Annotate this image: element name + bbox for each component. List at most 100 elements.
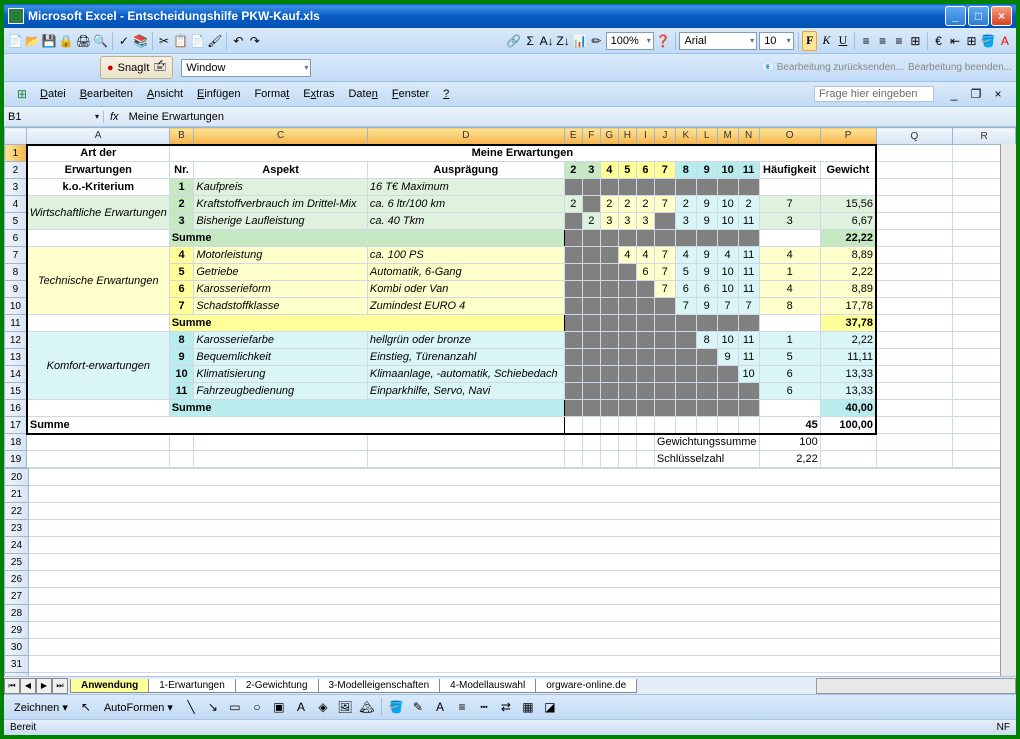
fontcolor2-icon[interactable]: A	[430, 697, 450, 717]
drawing-icon[interactable]: ✏	[589, 31, 603, 51]
name-box[interactable]: B1▾	[4, 111, 104, 123]
col-O[interactable]: O	[759, 128, 820, 145]
sheet-tab[interactable]: orgware-online.de	[535, 679, 637, 693]
preview-icon[interactable]: 🔍	[93, 31, 108, 51]
3d-icon[interactable]: ◪	[540, 697, 560, 717]
tab-last-icon[interactable]: ⏭	[52, 678, 68, 694]
redo-icon[interactable]: ↷	[248, 31, 262, 51]
review-end-label[interactable]: Bearbeitung beenden...	[908, 62, 1012, 73]
col-F[interactable]: F	[582, 128, 600, 145]
arrow-icon[interactable]: ↘	[203, 697, 223, 717]
diagram-icon[interactable]: ◈	[313, 697, 333, 717]
menu-daten[interactable]: Daten	[342, 86, 383, 102]
sheet-tab[interactable]: Anwendung	[70, 679, 149, 693]
col-P[interactable]: P	[820, 128, 876, 145]
hyperlink-icon[interactable]: 🔗	[506, 31, 521, 51]
excel-icon[interactable]: ⊞	[12, 84, 32, 104]
doc-minimize-button[interactable]: _	[944, 84, 964, 104]
align-center-icon[interactable]: ≡	[875, 31, 889, 51]
sheet-tab[interactable]: 3-Modelleigenschaften	[318, 679, 441, 693]
clipart-icon[interactable]: 🖼	[335, 697, 355, 717]
col-R[interactable]: R	[953, 128, 1016, 145]
review-send-label[interactable]: 📧 Bearbeitung zurücksenden...	[761, 62, 904, 73]
textbox-icon[interactable]: ▣	[269, 697, 289, 717]
undo-icon[interactable]: ↶	[231, 31, 245, 51]
vertical-scrollbar[interactable]	[1000, 144, 1016, 676]
spellcheck-icon[interactable]: ✓	[117, 31, 131, 51]
italic-button[interactable]: K	[819, 31, 833, 51]
merge-icon[interactable]: ⊞	[908, 31, 922, 51]
sheet-tab[interactable]: 2-Gewichtung	[235, 679, 319, 693]
sort-asc-icon[interactable]: A↓	[539, 31, 553, 51]
menu-datei[interactable]: Datei	[34, 86, 72, 102]
doc-close-button[interactable]: ×	[988, 84, 1008, 104]
col-L[interactable]: L	[696, 128, 717, 145]
sheet-tab[interactable]: 1-Erwartungen	[148, 679, 236, 693]
draw-menu[interactable]: Zeichnen ▾	[8, 699, 74, 716]
col-K[interactable]: K	[675, 128, 696, 145]
menu-format[interactable]: Format	[248, 86, 295, 102]
help-input[interactable]: Frage hier eingeben	[814, 86, 934, 102]
col-I[interactable]: I	[636, 128, 654, 145]
permission-icon[interactable]: 🔒	[59, 31, 74, 51]
snagit-mode-combo[interactable]: Window	[181, 59, 311, 77]
print-icon[interactable]: 🖨	[76, 31, 91, 51]
cut-icon[interactable]: ✂	[157, 31, 171, 51]
select-all[interactable]	[5, 128, 27, 145]
snagit-button[interactable]: ●SnagIt🖆	[100, 56, 173, 79]
shadow-icon[interactable]: ▦	[518, 697, 538, 717]
copy-icon[interactable]: 📋	[173, 31, 188, 51]
select-arrow-icon[interactable]: ↖	[76, 697, 96, 717]
picture-icon[interactable]: 🏔	[357, 697, 377, 717]
menu-extras[interactable]: Extras	[297, 86, 340, 102]
wordart-icon[interactable]: A	[291, 697, 311, 717]
dashstyle-icon[interactable]: ┅	[474, 697, 494, 717]
col-G[interactable]: G	[600, 128, 618, 145]
col-N[interactable]: N	[738, 128, 759, 145]
minimize-button[interactable]: _	[945, 6, 966, 26]
zoom-combo[interactable]: 100%	[606, 32, 654, 50]
tab-next-icon[interactable]: ▶	[36, 678, 52, 694]
align-left-icon[interactable]: ≡	[859, 31, 873, 51]
open-icon[interactable]: 📂	[25, 31, 40, 51]
bold-button[interactable]: F	[802, 31, 817, 51]
fillcolor-icon[interactable]: 🪣	[981, 31, 996, 51]
linestyle-icon[interactable]: ≡	[452, 697, 472, 717]
menu-ansicht[interactable]: Ansicht	[141, 86, 189, 102]
autosum-icon[interactable]: Σ	[523, 31, 537, 51]
format-painter-icon[interactable]: 🖌	[207, 31, 222, 51]
save-icon[interactable]: 💾	[42, 31, 57, 51]
col-Q[interactable]: Q	[876, 128, 953, 145]
new-icon[interactable]: 📄	[8, 31, 23, 51]
doc-restore-button[interactable]: ❐	[966, 84, 986, 104]
col-H[interactable]: H	[618, 128, 636, 145]
fontsize-combo[interactable]: 10	[759, 32, 793, 50]
formula-input[interactable]: Meine Erwartungen	[125, 111, 1016, 123]
close-button[interactable]: ×	[991, 6, 1012, 26]
arrowstyle-icon[interactable]: ⇄	[496, 697, 516, 717]
fillcolor2-icon[interactable]: 🪣	[386, 697, 406, 717]
menu-bearbeiten[interactable]: Bearbeiten	[74, 86, 139, 102]
linecolor-icon[interactable]: ✎	[408, 697, 428, 717]
col-C[interactable]: C	[194, 128, 368, 145]
research-icon[interactable]: 📚	[133, 31, 148, 51]
underline-button[interactable]: U	[836, 31, 850, 51]
autoshapes-menu[interactable]: AutoFormen ▾	[98, 699, 179, 716]
menu-einfuegen[interactable]: Einfügen	[191, 86, 246, 102]
col-A[interactable]: A	[27, 128, 169, 145]
col-B[interactable]: B	[169, 128, 194, 145]
menu-help[interactable]: ?	[437, 86, 455, 102]
maximize-button[interactable]: □	[968, 6, 989, 26]
col-E[interactable]: E	[564, 128, 582, 145]
tab-first-icon[interactable]: ⏮	[4, 678, 20, 694]
borders-icon[interactable]: ⊞	[964, 31, 978, 51]
fontcolor-icon[interactable]: A	[998, 31, 1012, 51]
col-M[interactable]: M	[717, 128, 738, 145]
indent-icon[interactable]: ⇤	[948, 31, 962, 51]
col-J[interactable]: J	[654, 128, 675, 145]
rect-icon[interactable]: ▭	[225, 697, 245, 717]
fx-button[interactable]: fx	[104, 111, 125, 123]
col-D[interactable]: D	[367, 128, 564, 145]
horizontal-scrollbar[interactable]	[816, 678, 1016, 694]
tab-prev-icon[interactable]: ◀	[20, 678, 36, 694]
